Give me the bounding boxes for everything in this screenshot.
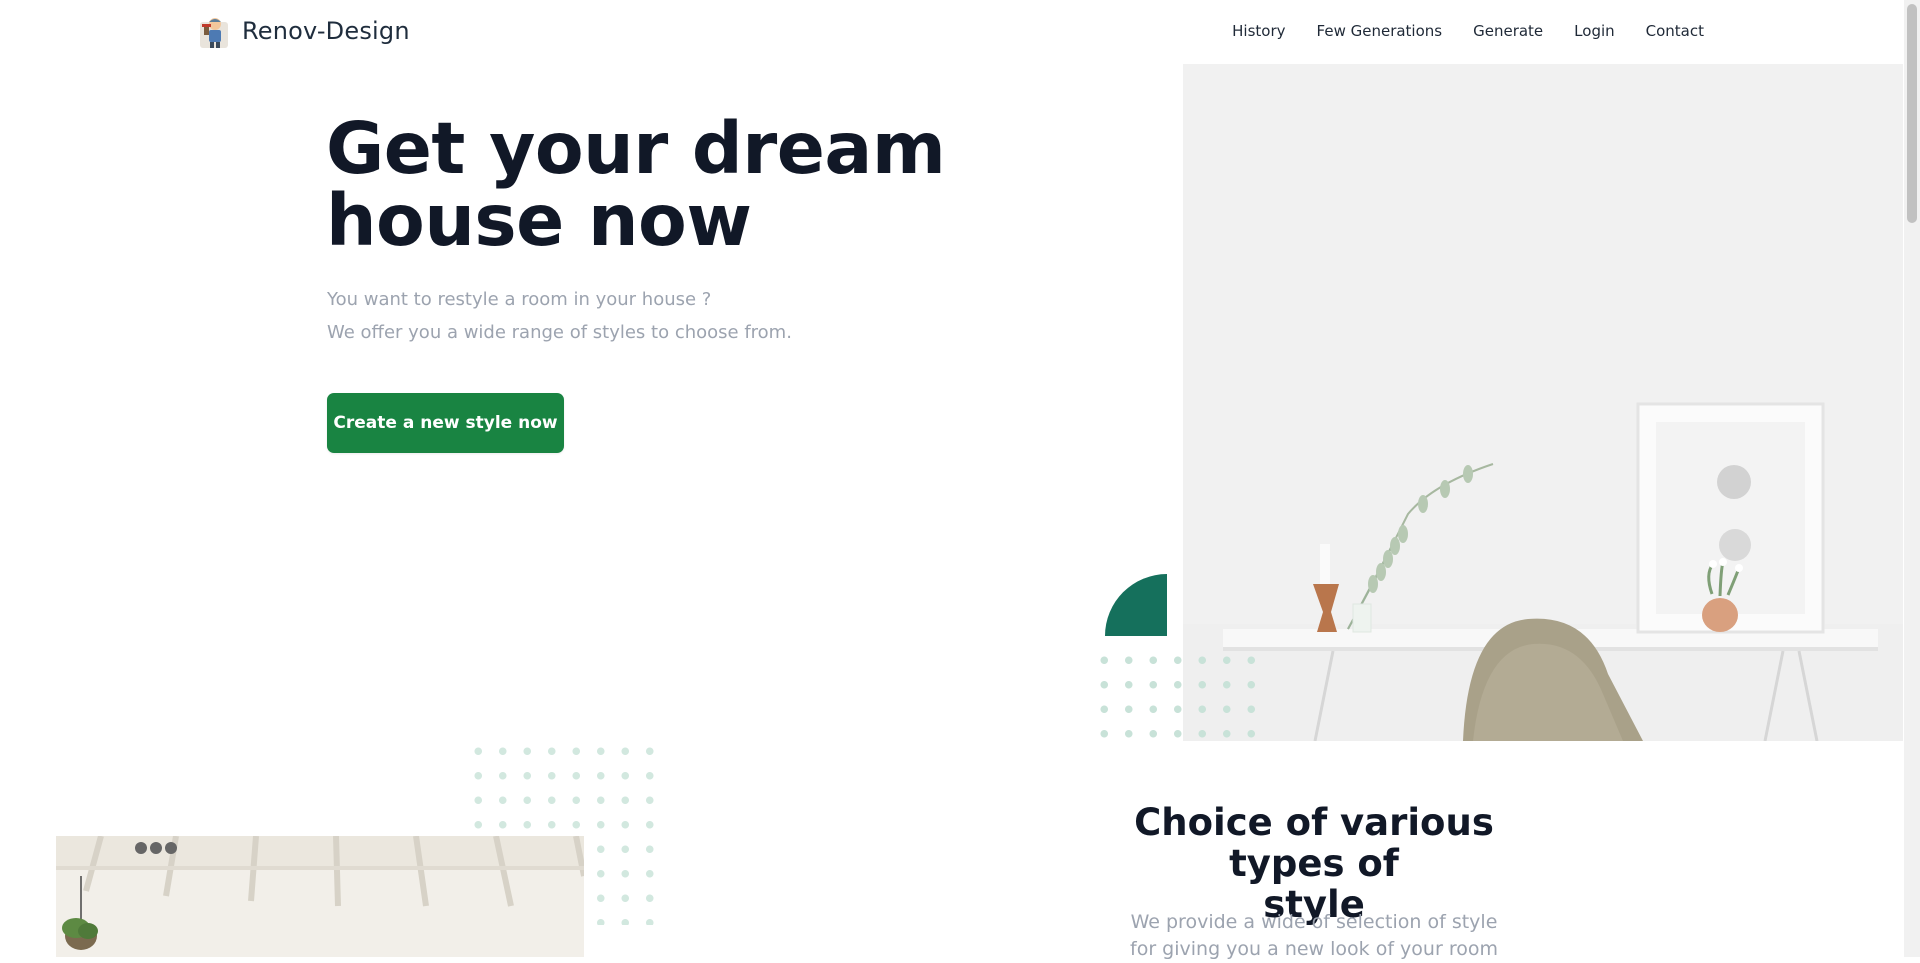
nav-history[interactable]: History bbox=[1232, 22, 1285, 40]
hero-subtitle-line-1: You want to restyle a room in your house… bbox=[327, 289, 712, 310]
decorative-half-circle bbox=[1105, 574, 1167, 636]
page-scrollbar[interactable] bbox=[1904, 0, 1920, 957]
create-style-button[interactable]: Create a new style now bbox=[327, 393, 564, 453]
interior-room-image bbox=[56, 836, 584, 957]
main-nav: History Few Generations Generate Login C… bbox=[1232, 22, 1704, 40]
hero-subtitle-line-2: We offer you a wide range of styles to c… bbox=[327, 322, 792, 343]
section-description-line-1: We provide a wide of selection of style bbox=[1130, 911, 1498, 933]
nav-few-generations[interactable]: Few Generations bbox=[1317, 22, 1443, 40]
decorative-dot-grid bbox=[1092, 648, 1272, 748]
hero-room-image bbox=[1183, 64, 1903, 741]
nav-generate[interactable]: Generate bbox=[1473, 22, 1543, 40]
scrollbar-thumb[interactable] bbox=[1907, 4, 1917, 223]
nav-contact[interactable]: Contact bbox=[1646, 22, 1704, 40]
brand-name[interactable]: Renov-Design bbox=[242, 17, 410, 45]
ceiling-beams-illustration bbox=[56, 836, 584, 957]
painter-logo-icon[interactable] bbox=[198, 14, 230, 50]
nav-login[interactable]: Login bbox=[1574, 22, 1614, 40]
section-title-line-1: Choice of various types of bbox=[1134, 801, 1494, 885]
section-title: Choice of various types of style bbox=[1087, 802, 1541, 925]
hero-title-line-2: house now bbox=[326, 179, 752, 262]
section-description: We provide a wide of selection of style … bbox=[1087, 909, 1541, 963]
hero-subtitle: You want to restyle a room in your house… bbox=[327, 283, 792, 349]
hero-title: Get your dream house now bbox=[326, 113, 946, 257]
hero-title-line-1: Get your dream bbox=[326, 107, 946, 190]
room-illustration bbox=[1183, 64, 1903, 741]
